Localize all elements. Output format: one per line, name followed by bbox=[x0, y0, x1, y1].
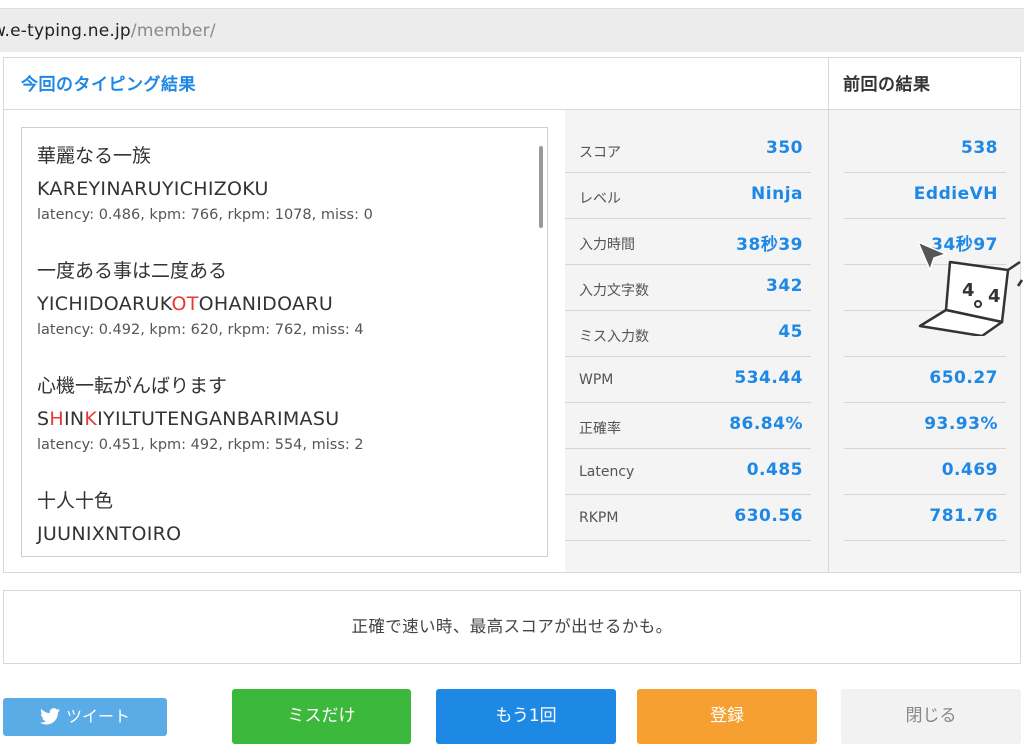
entry-japanese: 一度ある事は二度ある bbox=[37, 260, 228, 282]
retry-button[interactable]: もう1回 bbox=[436, 689, 616, 744]
stat-current-value: 0.485 bbox=[746, 460, 803, 480]
column-divider bbox=[828, 58, 829, 572]
close-button[interactable]: 閉じる bbox=[841, 689, 1021, 744]
text-entry: 一度ある事は二度ある YICHIDOARUKOTOHANIDOARU laten… bbox=[37, 258, 364, 338]
prev-row-level: EddieVH bbox=[844, 173, 1006, 219]
tweet-label: ツイート bbox=[65, 707, 130, 726]
entry-japanese: 十人十色 bbox=[37, 490, 114, 512]
entry-stats: latency: 0.451, kpm: 492, rkpm: 554, mis… bbox=[37, 437, 364, 453]
url-text[interactable]: w.e-typing.ne.jp/member/ bbox=[0, 21, 216, 41]
bird-icon bbox=[39, 707, 60, 724]
stat-row-score: スコア 350 bbox=[565, 127, 811, 173]
entry-romaji: JUUNIXNTOIRO bbox=[37, 523, 182, 545]
entry-romaji: SHINKIYILTUTENGANBARIMASU bbox=[37, 408, 340, 430]
stat-current-value: Ninja bbox=[751, 184, 803, 204]
stat-previous-value: 93.93% bbox=[924, 414, 998, 434]
stat-row-wpm: WPM 534.44 bbox=[565, 357, 811, 403]
stat-row-accuracy: 正確率 86.84% bbox=[565, 403, 811, 449]
stat-label: Latency bbox=[579, 464, 635, 480]
stat-current-value: 45 bbox=[778, 322, 803, 342]
stat-current-value: 86.84% bbox=[729, 414, 803, 434]
stat-previous-value: 0.469 bbox=[941, 460, 998, 480]
stat-row-rkpm: RKPM 630.56 bbox=[565, 495, 811, 541]
miss-chars: H bbox=[49, 408, 64, 430]
svg-text:4: 4 bbox=[962, 280, 975, 301]
prev-row-rkpm: 781.76 bbox=[844, 495, 1006, 541]
header-divider bbox=[4, 109, 1020, 110]
stat-previous-value: 781.76 bbox=[929, 506, 998, 526]
miss-chars: K bbox=[84, 408, 98, 430]
entry-romaji: YICHIDOARUKOTOHANIDOARU bbox=[37, 293, 334, 315]
stat-row-level: レベル Ninja bbox=[565, 173, 811, 219]
stat-label: WPM bbox=[579, 372, 614, 388]
stat-current-value: 534.44 bbox=[734, 368, 803, 388]
register-button[interactable]: 登録 bbox=[637, 689, 817, 744]
entry-stats: latency: 0.492, kpm: 620, rkpm: 762, mis… bbox=[37, 322, 364, 338]
stat-label: 正確率 bbox=[579, 421, 621, 437]
stat-label: レベル bbox=[579, 191, 621, 207]
stat-current-value: 350 bbox=[766, 138, 803, 158]
stat-label: RKPM bbox=[579, 510, 619, 526]
entry-romaji: KAREYINARUYICHIZOKU bbox=[37, 178, 269, 200]
prev-row-wpm: 650.27 bbox=[844, 357, 1006, 403]
stat-current-value: 342 bbox=[766, 276, 803, 296]
miss-chars: OT bbox=[171, 293, 199, 315]
text-entry: 十人十色 JUUNIXNTOIRO bbox=[37, 488, 181, 549]
url-path: /member/ bbox=[130, 21, 216, 41]
stat-row-chars: 入力文字数 342 bbox=[565, 265, 811, 311]
stat-row-time: 入力時間 38秒39 bbox=[565, 219, 811, 265]
tweet-button[interactable]: ツイート bbox=[3, 698, 167, 736]
stat-row-misses: ミス入力数 45 bbox=[565, 311, 811, 357]
stat-label: スコア bbox=[579, 145, 621, 161]
stat-current-value: 630.56 bbox=[734, 506, 803, 526]
stat-row-latency: Latency 0.485 bbox=[565, 449, 811, 495]
laptop-mascot-icon: 4 4 bbox=[918, 260, 1024, 336]
svg-text:4: 4 bbox=[988, 286, 1001, 307]
prev-row-accuracy: 93.93% bbox=[844, 403, 1006, 449]
stat-label: 入力時間 bbox=[579, 237, 635, 253]
stat-label: 入力文字数 bbox=[579, 283, 649, 299]
cursor-arrow-icon: 4 4 bbox=[916, 240, 1024, 336]
url-host: w.e-typing.ne.jp bbox=[0, 21, 131, 41]
typed-text-list[interactable]: 華麗なる一族 KAREYINARUYICHIZOKU latency: 0.48… bbox=[21, 127, 548, 557]
address-bar[interactable]: w.e-typing.ne.jp/member/ bbox=[0, 8, 1024, 52]
stat-previous-value: EddieVH bbox=[913, 184, 998, 204]
stat-label: ミス入力数 bbox=[579, 329, 649, 345]
entry-japanese: 華麗なる一族 bbox=[37, 145, 152, 167]
text-entry: 華麗なる一族 KAREYINARUYICHIZOKU latency: 0.48… bbox=[37, 143, 373, 223]
prev-row-score: 538 bbox=[844, 127, 1006, 173]
entry-japanese: 心機一転がんばります bbox=[37, 375, 228, 397]
current-result-header: 今回のタイピング結果 bbox=[21, 75, 196, 95]
text-entry: 心機一転がんばります SHINKIYILTUTENGANBARIMASU lat… bbox=[37, 373, 364, 453]
entry-stats: latency: 0.486, kpm: 766, rkpm: 1078, mi… bbox=[37, 207, 373, 223]
hint-message: 正確で速い時、最高スコアが出せるかも。 bbox=[3, 590, 1021, 664]
miss-only-button[interactable]: ミスだけ bbox=[232, 689, 411, 744]
stat-previous-value: 538 bbox=[961, 138, 998, 158]
stat-previous-value: 650.27 bbox=[929, 368, 998, 388]
previous-result-header: 前回の結果 bbox=[843, 75, 931, 95]
stat-current-value: 38秒39 bbox=[736, 235, 803, 255]
result-panel: 今回のタイピング結果 前回の結果 華麗なる一族 KAREYINARUYICHIZ… bbox=[3, 57, 1021, 573]
prev-row-latency: 0.469 bbox=[844, 449, 1006, 495]
scrollbar-thumb[interactable] bbox=[539, 146, 543, 228]
